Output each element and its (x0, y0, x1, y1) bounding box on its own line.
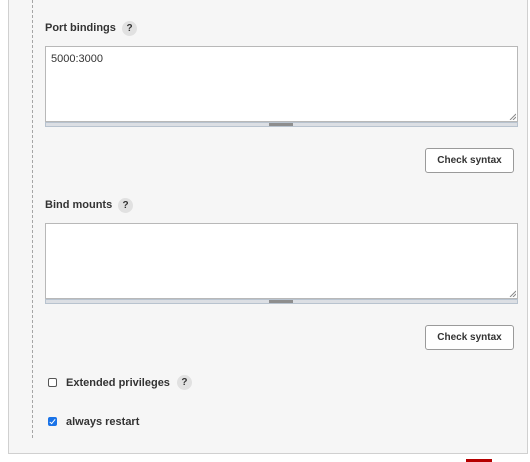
page: Port bindings ? 5000:3000 Check syntax B… (0, 0, 530, 462)
extended-privileges-checkbox[interactable] (48, 378, 57, 387)
port-bindings-field: 5000:3000 (45, 46, 518, 127)
port-bindings-resize-handle[interactable] (45, 122, 518, 127)
port-bindings-check-syntax-button[interactable]: Check syntax (425, 148, 514, 173)
always-restart-checkbox[interactable] (48, 417, 57, 426)
bind-mounts-field (45, 223, 518, 304)
always-restart-label[interactable]: always restart (66, 416, 139, 428)
port-bindings-label: Port bindings (45, 22, 116, 34)
extended-privileges-label[interactable]: Extended privileges (66, 377, 170, 389)
bind-mounts-help-icon[interactable]: ? (118, 198, 133, 213)
port-bindings-help-icon[interactable]: ? (122, 21, 137, 36)
extended-privileges-help-icon[interactable]: ? (176, 375, 192, 390)
always-restart-row: always restart (48, 414, 139, 429)
bind-mounts-resize-handle[interactable] (45, 299, 518, 304)
nesting-guide-line (32, 0, 33, 438)
resize-corner-icon[interactable] (509, 113, 516, 120)
port-bindings-textarea[interactable]: 5000:3000 (45, 46, 518, 122)
extended-privileges-row: Extended privileges ? (48, 375, 192, 390)
bind-mounts-check-syntax-button[interactable]: Check syntax (425, 325, 514, 350)
bind-mounts-label: Bind mounts (45, 199, 113, 211)
resize-grip-icon (269, 300, 293, 303)
resize-grip-icon (269, 123, 293, 126)
bind-mounts-textarea[interactable] (45, 223, 518, 299)
resize-corner-icon[interactable] (509, 290, 516, 297)
